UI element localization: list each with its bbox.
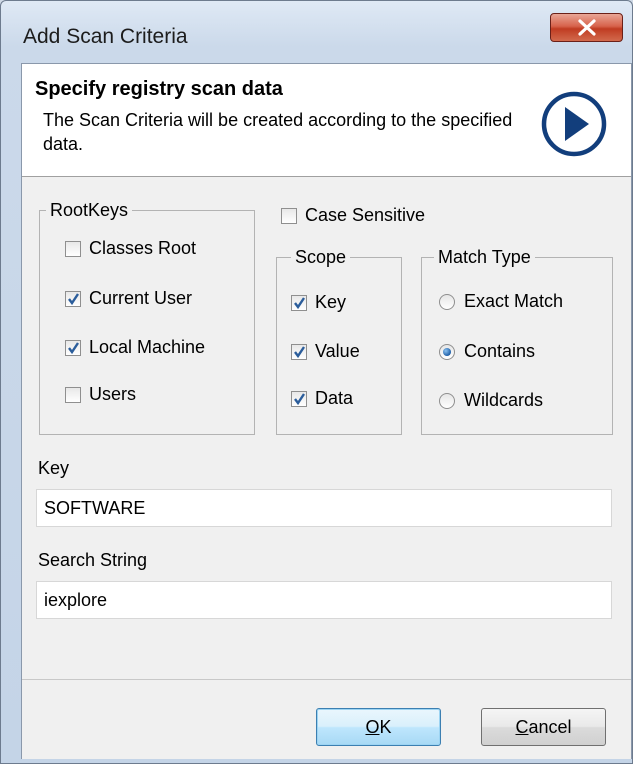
checkmark-icon xyxy=(68,341,79,354)
checkbox-label: Key xyxy=(315,292,347,312)
close-icon xyxy=(578,19,596,36)
scope-data-checkbox[interactable]: Data xyxy=(291,388,353,409)
radio-label: Exact Match xyxy=(464,291,564,311)
search-string-label: Search String xyxy=(38,550,148,570)
match-type-group-title: Match Type xyxy=(434,245,535,269)
case-sensitive-checkbox[interactable]: Case Sensitive xyxy=(281,205,425,226)
wizard-header: Specify registry scan data The Scan Crit… xyxy=(22,64,631,177)
contains-radio[interactable]: Contains xyxy=(439,341,535,362)
checkbox-box[interactable] xyxy=(291,390,307,407)
checkmark-icon xyxy=(294,296,305,309)
checkbox-label: Classes Root xyxy=(89,238,197,258)
checkmark-icon xyxy=(68,292,79,305)
header-description: The Scan Criteria will be created accord… xyxy=(43,110,513,154)
radio-label: Wildcards xyxy=(464,390,544,410)
wildcards-radio[interactable]: Wildcards xyxy=(439,390,543,411)
match-type-group: Match Type Exact Match Contains Wildcard… xyxy=(421,245,613,435)
checkbox-box[interactable] xyxy=(65,386,81,403)
radio-selected-dot xyxy=(443,347,451,356)
next-arrow-icon xyxy=(541,91,607,157)
checkbox-box[interactable] xyxy=(281,207,297,224)
checkbox-box[interactable] xyxy=(65,240,81,257)
scope-group: Scope Key Value Data xyxy=(276,245,402,435)
header-title: Specify registry scan data xyxy=(35,78,283,100)
local-machine-checkbox[interactable]: Local Machine xyxy=(65,337,205,358)
radio-circle[interactable] xyxy=(439,293,455,310)
dialog-window: Add Scan Criteria Specify registry scan … xyxy=(0,0,633,764)
checkbox-label: Value xyxy=(315,341,360,361)
button-bar: OK Cancel xyxy=(22,679,631,759)
dialog-client: Specify registry scan data The Scan Crit… xyxy=(21,63,632,759)
radio-circle[interactable] xyxy=(439,343,455,360)
search-string-input[interactable] xyxy=(36,581,612,619)
key-input[interactable] xyxy=(36,489,612,527)
ok-label-rest: K xyxy=(379,717,392,737)
checkbox-box[interactable] xyxy=(291,343,307,360)
checkbox-label: Local Machine xyxy=(89,337,206,357)
radio-label: Contains xyxy=(464,341,536,361)
ok-accel-key: O xyxy=(365,717,380,737)
checkbox-label: Case Sensitive xyxy=(305,205,426,225)
checkbox-box[interactable] xyxy=(65,339,81,356)
cancel-label-rest: ancel xyxy=(528,717,572,737)
checkbox-box[interactable] xyxy=(291,294,307,311)
checkbox-label: Current User xyxy=(89,288,193,308)
classes-root-checkbox[interactable]: Classes Root xyxy=(65,238,196,259)
rootkeys-group: RootKeys Classes Root Current User Local… xyxy=(39,198,255,435)
checkmark-icon xyxy=(294,345,305,358)
close-button[interactable] xyxy=(550,13,623,42)
exact-match-radio[interactable]: Exact Match xyxy=(439,291,563,312)
current-user-checkbox[interactable]: Current User xyxy=(65,288,192,309)
cancel-button[interactable]: Cancel xyxy=(481,708,606,746)
rootkeys-group-title: RootKeys xyxy=(46,198,133,222)
key-label: Key xyxy=(38,458,70,478)
ok-button[interactable]: OK xyxy=(316,708,441,746)
radio-circle[interactable] xyxy=(439,392,455,409)
window-title: Add Scan Criteria xyxy=(23,25,188,48)
title-bar[interactable]: Add Scan Criteria xyxy=(1,1,632,48)
scope-key-checkbox[interactable]: Key xyxy=(291,292,346,313)
scope-group-title: Scope xyxy=(291,245,351,269)
checkbox-box[interactable] xyxy=(65,290,81,307)
cancel-accel-key: C xyxy=(515,717,529,737)
checkmark-icon xyxy=(294,392,305,405)
scope-value-checkbox[interactable]: Value xyxy=(291,341,360,362)
users-checkbox[interactable]: Users xyxy=(65,384,136,405)
checkbox-label: Data xyxy=(315,388,354,408)
checkbox-label: Users xyxy=(89,384,137,404)
